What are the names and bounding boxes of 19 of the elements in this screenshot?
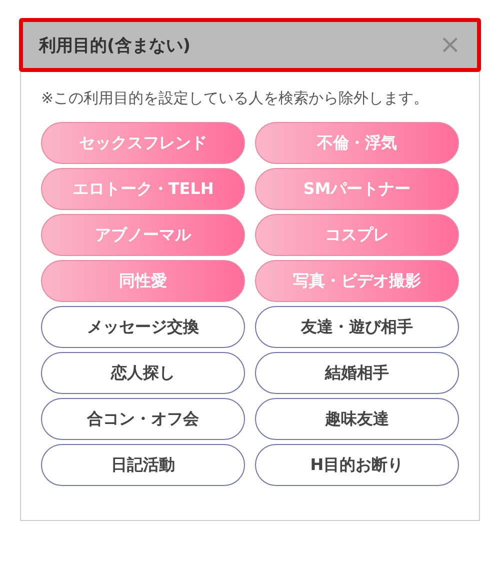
purpose-option[interactable]: 合コン・オフ会 (41, 398, 245, 440)
note-text: ※この利用目的を設定している人を検索から除外します。 (41, 88, 430, 109)
purpose-option[interactable]: セックスフレンド (41, 122, 245, 164)
dialog-title: 利用目的(含まない) (39, 34, 191, 56)
purpose-option[interactable]: 不倫・浮気 (255, 122, 459, 164)
purpose-option[interactable]: H目的お断り (255, 444, 459, 486)
purpose-option[interactable]: 友達・遊び相手 (255, 306, 459, 348)
purpose-option[interactable]: 趣味友達 (255, 398, 459, 440)
purpose-option[interactable]: 日記活動 (41, 444, 245, 486)
purpose-option[interactable]: 写真・ビデオ撮影 (255, 260, 459, 302)
purpose-option[interactable]: エロトーク・TELH (41, 168, 245, 210)
purpose-option[interactable]: 同性愛 (41, 260, 245, 302)
purpose-option[interactable]: メッセージ交換 (41, 306, 245, 348)
close-button[interactable]: × (439, 32, 461, 58)
purpose-option[interactable]: SMパートナー (255, 168, 459, 210)
purpose-option[interactable]: 恋人探し (41, 352, 245, 394)
purpose-option[interactable]: コスプレ (255, 214, 459, 256)
purpose-option[interactable]: 結婚相手 (255, 352, 459, 394)
purpose-option[interactable]: アブノーマル (41, 214, 245, 256)
